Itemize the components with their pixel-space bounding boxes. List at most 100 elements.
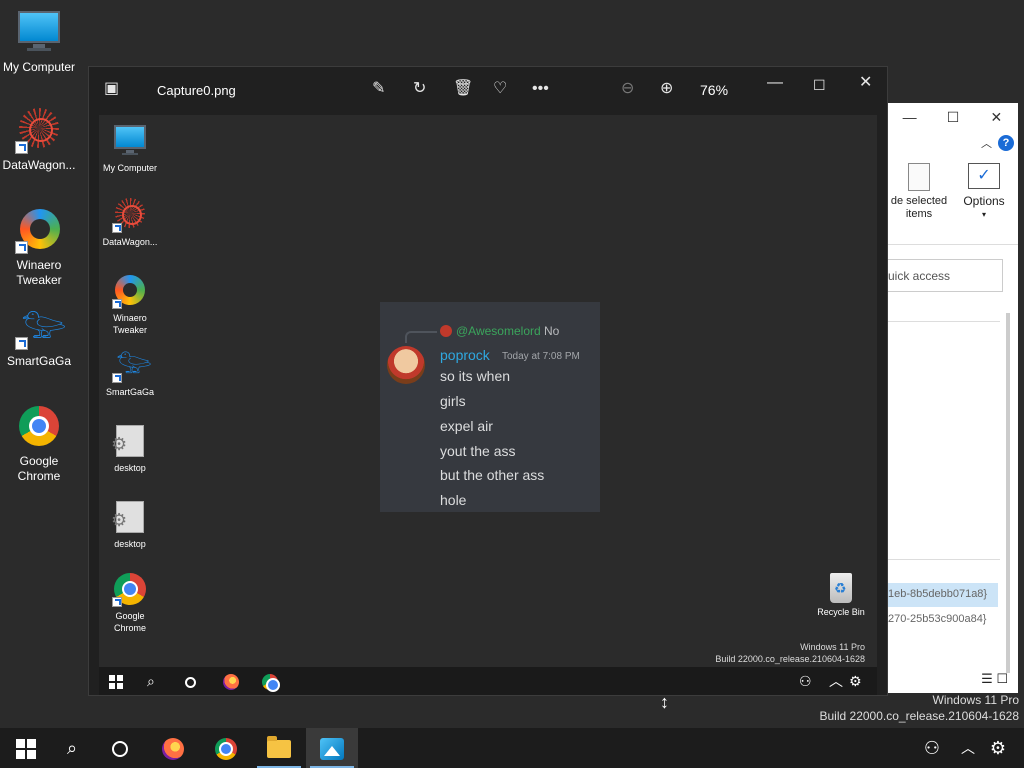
maximize-icon[interactable]: ☐: [813, 75, 826, 95]
search-button[interactable]: ⌕: [46, 728, 98, 768]
desktop-icon-label: My Computer: [2, 60, 76, 74]
inner-watermark-edition: Windows 11 Pro: [800, 642, 865, 652]
inner-icon-label: Winaero Tweaker: [112, 313, 147, 335]
task-view-button[interactable]: [94, 728, 146, 768]
inner-icon-label: Recycle Bin: [817, 607, 865, 617]
taskbar: ⌕ ⚇ ︿ ⚙: [0, 728, 1024, 768]
inner-icon-label: DataWagon...: [102, 237, 158, 247]
chrome-icon: [215, 738, 237, 761]
delete-icon[interactable]: 🗑: [453, 79, 473, 99]
options-button[interactable]: ✓ Options ▾: [956, 163, 1012, 222]
hide-selected-items-button[interactable]: de selected items: [888, 163, 950, 221]
firefox-button[interactable]: [147, 728, 199, 768]
edit-icon[interactable]: ✎: [372, 79, 385, 99]
winaero-icon: [15, 206, 63, 254]
help-icon[interactable]: ?: [998, 135, 1014, 151]
photos-button[interactable]: [306, 728, 358, 768]
gear-icon: ⚙: [989, 738, 1007, 758]
desktop-icon-label: Winaero Tweaker: [16, 258, 62, 287]
start-button[interactable]: [0, 728, 52, 768]
file-explorer-button[interactable]: [253, 728, 305, 768]
list-item[interactable]: 1eb-8b5debb071a8}: [888, 583, 998, 607]
checkbox-icon: ✓: [968, 163, 1000, 189]
image-icon[interactable]: ▣: [104, 79, 119, 99]
list-item[interactable]: 270-25b53c900a84}: [888, 613, 998, 625]
desktop-icon-datawagon[interactable]: DataWagon...: [0, 106, 78, 173]
task-view-icon: [185, 672, 196, 690]
desktop-icon-label: DataWagon...: [2, 158, 76, 172]
inner-icon-label: desktop: [114, 539, 146, 549]
folder-icon: [267, 736, 291, 759]
windows-logo-icon: [109, 672, 123, 690]
photos-icon: [320, 738, 344, 761]
inner-taskbar: ⌕ ⚇ ︿ ⚙: [99, 667, 877, 695]
timestamp: Today at 7:08 PM: [502, 351, 580, 362]
firefox-icon: [223, 672, 239, 691]
inner-icon-desktop: desktop: [99, 423, 161, 474]
page-icon: [908, 163, 930, 191]
search-input[interactable]: uick access: [888, 259, 1003, 292]
close-icon[interactable]: ✕: [975, 109, 1018, 126]
hide-selected-label: de selected items: [890, 195, 948, 220]
people-icon: ⚇: [799, 673, 812, 689]
firefox-icon: [162, 738, 184, 761]
gear-icon: ⚙: [849, 673, 862, 689]
divider: [888, 321, 1000, 322]
watermark-build: Build 22000.co_release.210604-1628: [819, 709, 1020, 723]
more-options-icon[interactable]: •••: [532, 79, 549, 99]
maximize-icon[interactable]: ☐: [931, 109, 974, 126]
chevron-up-icon: ︿: [829, 673, 843, 689]
settings-file-icon: [111, 499, 148, 535]
desktop-icon-my-computer[interactable]: My Computer: [0, 8, 78, 75]
message-line: yout the ass: [440, 443, 516, 459]
search-icon: ⌕: [66, 738, 78, 758]
chat-message-card: @Awesomelord No poprock Today at 7:08 PM…: [380, 302, 600, 512]
message-line: hole: [440, 492, 467, 508]
username: poprock: [440, 347, 490, 363]
minimize-icon[interactable]: —: [888, 109, 931, 125]
photos-toolbar: ▣ Capture0.png ✎ ↻ 🗑 ♡ ••• ⊖ ⊕ 76% — ☐ ✕: [89, 67, 887, 113]
desktop-icon-winaero[interactable]: Winaero Tweaker: [0, 206, 78, 288]
scrollbar[interactable]: [1006, 313, 1010, 673]
zoom-in-icon[interactable]: ⊕: [660, 79, 673, 99]
inner-icon-label: SmartGaGa: [105, 387, 154, 397]
settings-button[interactable]: ⚙: [978, 728, 1018, 768]
view-toggle-icons[interactable]: ☰ ☐: [981, 671, 1008, 687]
rotate-icon[interactable]: ↻: [413, 79, 426, 99]
file-explorer-window[interactable]: — ☐ ✕ ︿ ? de selected items ✓ Options ▾ …: [888, 103, 1018, 693]
zoom-level[interactable]: 76%: [700, 82, 728, 98]
avatar: [387, 346, 425, 384]
desktop-icon-smartgaga[interactable]: 𓅰 SmartGaGa: [0, 302, 78, 369]
minimize-icon[interactable]: —: [767, 73, 783, 93]
explorer-ribbon: de selected items ✓ Options ▾: [888, 153, 1018, 245]
photos-viewer-window[interactable]: ▣ Capture0.png ✎ ↻ 🗑 ♡ ••• ⊖ ⊕ 76% — ☐ ✕…: [88, 66, 888, 696]
chrome-button[interactable]: [200, 728, 252, 768]
message-line: so its when: [440, 368, 511, 384]
message-line: expel air: [440, 418, 493, 434]
desktop-icon-chrome[interactable]: Google Chrome: [0, 402, 78, 484]
datawagon-icon: [15, 106, 63, 154]
desktop-icon-label: SmartGaGa: [6, 354, 72, 368]
close-icon[interactable]: ✕: [859, 73, 872, 93]
zoom-out-icon[interactable]: ⊖: [621, 79, 634, 99]
chevron-up-icon[interactable]: ︿: [981, 135, 992, 151]
favorite-heart-icon[interactable]: ♡: [493, 79, 507, 99]
swan-icon: 𓅰: [15, 302, 67, 350]
inner-icon-desktop: desktop: [99, 499, 161, 550]
chrome-icon: [262, 672, 280, 693]
computer-icon: [15, 8, 63, 56]
image-canvas[interactable]: My Computer DataWagon... Winaero Tweaker…: [99, 115, 877, 668]
computer-icon: [112, 123, 148, 159]
explorer-titlebar: — ☐ ✕: [888, 103, 1018, 131]
inner-icon-datawagon: DataWagon...: [99, 197, 161, 248]
chrome-icon: [112, 571, 148, 607]
reply-text: No: [544, 324, 560, 338]
message-line: girls: [440, 393, 466, 409]
windows-logo-icon: [16, 739, 36, 760]
chevron-up-icon: ︿: [961, 740, 975, 756]
reply-connector: [405, 331, 437, 343]
chevron-down-icon: ▾: [981, 210, 986, 219]
datawagon-icon: [112, 197, 148, 233]
reply-mention: @Awesomelord: [456, 324, 541, 338]
message-line: but the other ass: [440, 467, 545, 483]
